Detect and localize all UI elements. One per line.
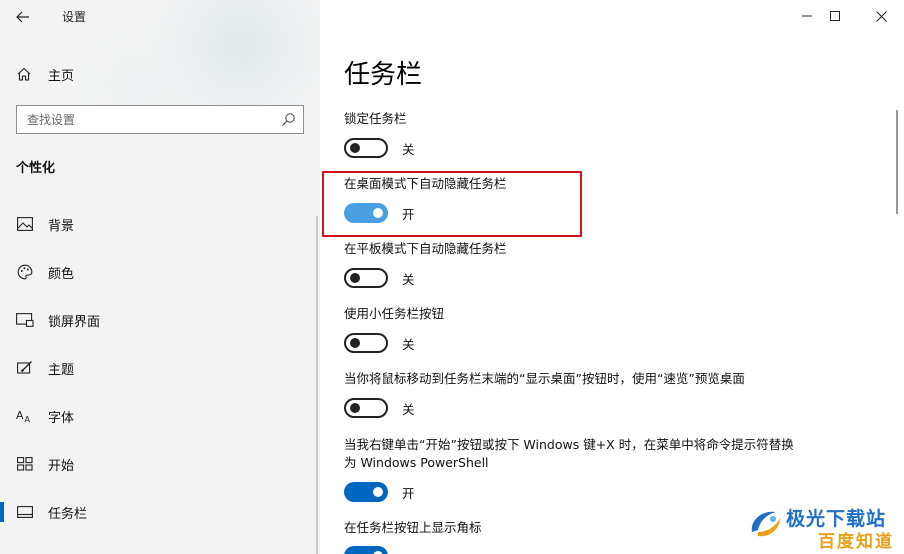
content-scrollbar[interactable]: [896, 110, 898, 214]
lock-taskbar-toggle[interactable]: [344, 138, 388, 158]
watermark-text: 百度知道: [818, 532, 894, 552]
picture-icon: [16, 215, 34, 233]
back-button[interactable]: [10, 6, 36, 28]
sidebar-item-label: 锁屏界面: [48, 314, 101, 330]
toggle-state-text: 关: [402, 271, 415, 287]
setting-label-powershell: 当我右键单击“开始”按钮或按下 Windows 键+X 时，在菜单中将命令提示符…: [344, 437, 794, 470]
sidebar-item-label: 开始: [48, 458, 75, 474]
search-box[interactable]: [16, 105, 304, 134]
page-title: 任务栏: [344, 60, 423, 90]
search-icon[interactable]: [280, 112, 296, 128]
small-buttons-toggle[interactable]: [344, 333, 388, 353]
close-button[interactable]: [858, 0, 904, 32]
active-indicator: [0, 502, 4, 522]
sidebar-item-label: 背景: [48, 218, 75, 234]
setting-row-autohide-tablet: 关: [344, 267, 415, 289]
sidebar-item-label: 主题: [48, 362, 75, 378]
maximize-button[interactable]: [812, 0, 858, 32]
sidebar-item-fonts[interactable]: AA 字体: [0, 396, 320, 436]
setting-label-autohide-tablet: 在平板模式下自动隐藏任务栏: [344, 241, 507, 256]
toggle-knob: [350, 403, 360, 413]
app-title: 设置: [62, 10, 87, 24]
toggle-knob: [350, 273, 360, 283]
toggle-knob: [373, 487, 383, 497]
search-input[interactable]: [17, 112, 267, 127]
toggle-state-text: 关: [402, 141, 415, 157]
sidebar-item-label: 任务栏: [48, 506, 88, 522]
sidebar-item-label: 字体: [48, 410, 75, 426]
toggle-knob: [350, 338, 360, 348]
setting-row-lock-taskbar: 关: [344, 137, 415, 159]
home-icon: [17, 67, 31, 81]
close-icon: [875, 10, 887, 22]
toggle-state-text: 开: [402, 485, 415, 501]
setting-row-small-buttons: 关: [344, 332, 415, 354]
toggle-state-text: 关: [402, 401, 415, 417]
toggle-state-text: 开: [402, 206, 415, 222]
lock-screen-icon: [16, 311, 34, 329]
font-icon: AA: [16, 407, 34, 425]
start-grid-icon: [16, 455, 34, 473]
main-content: 任务栏 锁定任务栏 关 在桌面模式下自动隐藏任务栏 开 在平板模式下自动隐藏任务…: [320, 0, 904, 554]
toggle-knob: [373, 208, 383, 218]
sidebar-scrollbar[interactable]: [316, 216, 318, 554]
sidebar-item-color[interactable]: 颜色: [0, 252, 320, 292]
setting-row-peek: 关: [344, 397, 415, 419]
peek-toggle[interactable]: [344, 398, 388, 418]
sidebar-item-label: 主页: [48, 68, 75, 84]
sidebar-item-home[interactable]: 主页: [16, 63, 74, 85]
setting-row-autohide-desktop: 开: [344, 202, 415, 224]
setting-label-small-buttons: 使用小任务栏按钮: [344, 306, 445, 321]
toggle-state-text: 关: [402, 336, 415, 352]
setting-label-peek: 当你将鼠标移动到任务栏末端的“显示桌面”按钮时，使用“速览”预览桌面: [344, 371, 745, 386]
palette-icon: [16, 263, 34, 281]
powershell-toggle[interactable]: [344, 482, 388, 502]
theme-brush-icon: [16, 359, 34, 377]
setting-row-powershell: 开: [344, 481, 415, 503]
sidebar-item-label: 颜色: [48, 266, 75, 282]
setting-label-badges: 在任务栏按钮上显示角标: [344, 520, 482, 535]
toggle-knob: [350, 143, 360, 153]
autohide-tablet-toggle[interactable]: [344, 268, 388, 288]
taskbar-icon: [16, 503, 34, 521]
sidebar-item-start[interactable]: 开始: [0, 444, 320, 484]
maximize-icon: [830, 11, 840, 21]
minimize-icon: [802, 15, 812, 17]
badges-toggle[interactable]: [344, 546, 388, 554]
sidebar: 设置 主页 个性化 背景 颜色 锁屏界面 主题 AA 字体 开始 任务栏: [0, 0, 320, 554]
svg-text:A: A: [25, 415, 31, 424]
watermark: 极光下载站 百度知道: [742, 500, 902, 552]
sidebar-item-lock-screen[interactable]: 锁屏界面: [0, 300, 320, 340]
section-title: 个性化: [16, 161, 56, 176]
svg-text:A: A: [16, 409, 24, 422]
watermark-logo: [751, 511, 780, 537]
back-arrow-icon: [16, 11, 29, 23]
sidebar-item-themes[interactable]: 主题: [0, 348, 320, 388]
setting-row-badges: [344, 545, 388, 554]
setting-label-autohide-desktop: 在桌面模式下自动隐藏任务栏: [344, 176, 507, 191]
setting-label-lock-taskbar: 锁定任务栏: [344, 111, 407, 126]
autohide-desktop-toggle[interactable]: [344, 203, 388, 223]
sidebar-item-background[interactable]: 背景: [0, 204, 320, 244]
sidebar-item-taskbar[interactable]: 任务栏: [0, 492, 320, 532]
